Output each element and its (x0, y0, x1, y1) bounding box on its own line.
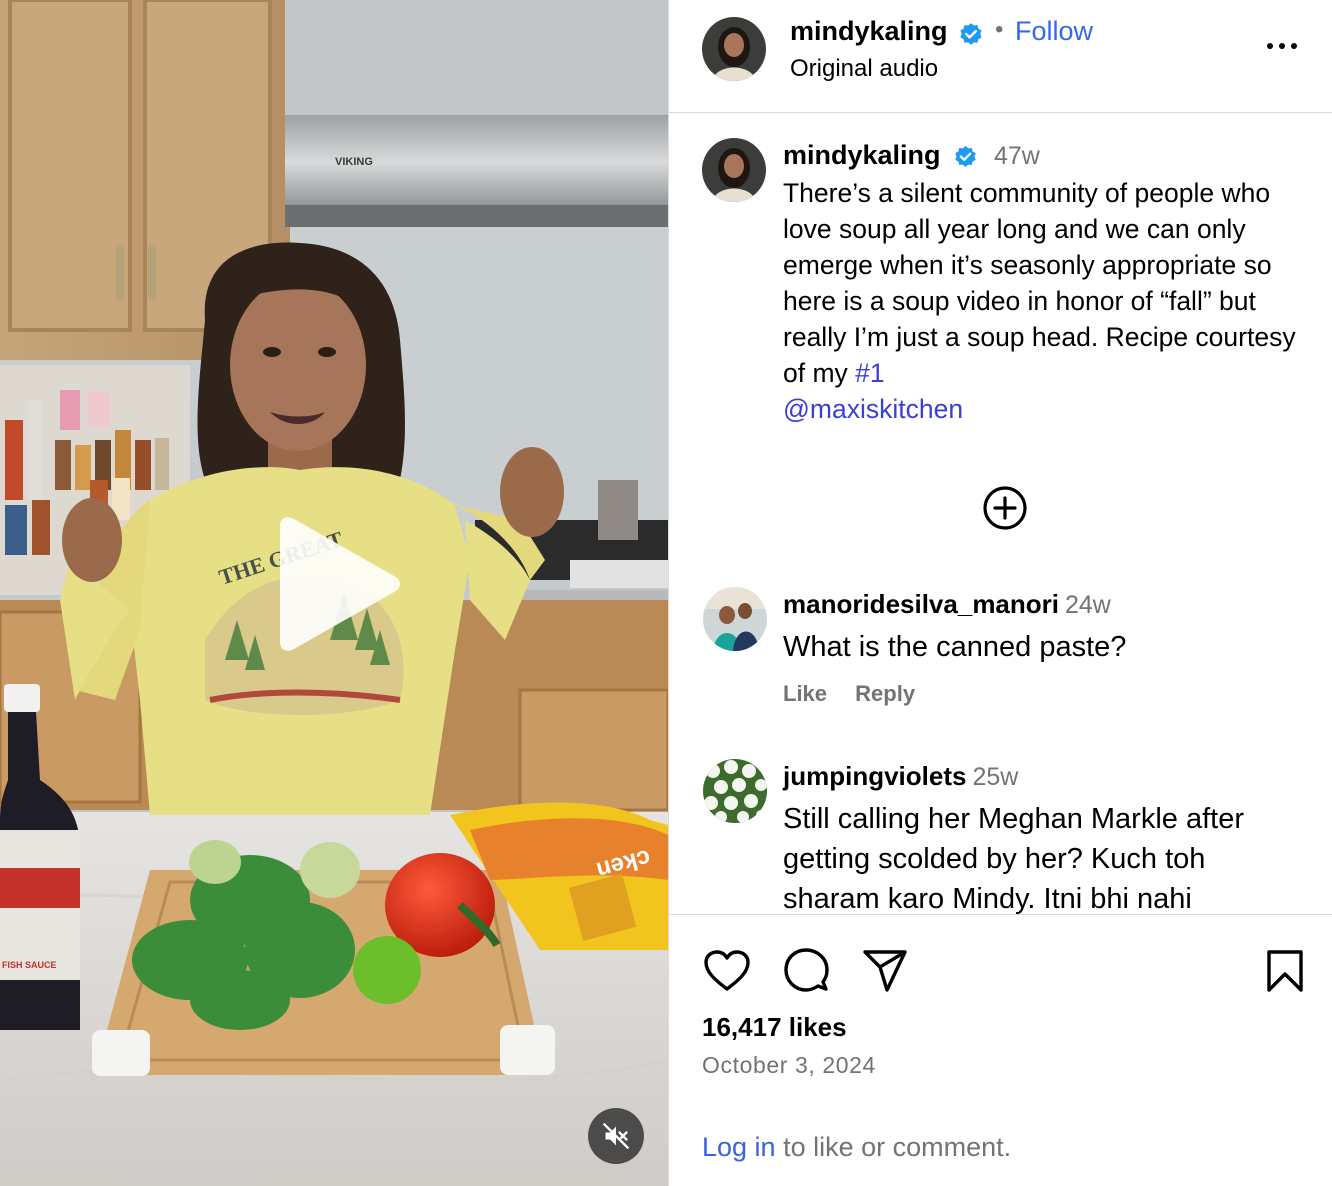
more-options-button[interactable] (1266, 38, 1298, 56)
cabinet-handle (116, 245, 124, 300)
comment-icon (784, 948, 829, 992)
post-actions-footer: 16,417 likes October 3, 2024 Log in to l… (669, 914, 1332, 1186)
commenter-avatar[interactable] (703, 587, 767, 651)
comment-like-button[interactable]: Like (783, 681, 827, 706)
follow-button[interactable]: Follow (1015, 16, 1093, 47)
commenter-username-link[interactable]: jumpingviolets (783, 761, 966, 791)
play-icon (280, 517, 400, 651)
login-prompt-text: to like or comment. (775, 1132, 1012, 1162)
comment-reply-button[interactable]: Reply (855, 681, 915, 706)
post-date[interactable]: October 3, 2024 (702, 1052, 876, 1079)
like-button[interactable] (703, 949, 751, 998)
comment-username: manoridesilva_manori 24w (783, 589, 1111, 620)
post-header: mindykaling • Follow Original audio (669, 0, 1332, 113)
caption-hashtag-link[interactable]: #1 (855, 358, 884, 388)
bookmark-icon (1267, 950, 1303, 992)
likes-count[interactable]: 16,417 likes (702, 1012, 847, 1043)
comment-timestamp[interactable]: 25w (972, 763, 1018, 791)
comment-text: What is the canned paste? (783, 631, 1127, 663)
comment-text: Still calling her Meghan Markle after ge… (783, 803, 1244, 914)
verified-badge-icon (958, 22, 984, 53)
author-avatar[interactable] (702, 17, 766, 81)
caption-mention-link[interactable]: @maxiskitchen (783, 394, 963, 424)
fish-sauce-label: FISH SAUCE (2, 960, 57, 970)
commenter-username-link[interactable]: manoridesilva_manori (783, 589, 1059, 619)
comment-timestamp[interactable]: 24w (1065, 591, 1111, 619)
login-prompt: Log in to like or comment. (702, 1132, 1011, 1163)
comment-actions: Like Reply (783, 681, 937, 707)
verified-badge-icon (953, 145, 978, 175)
share-icon (863, 950, 907, 992)
post-side-panel: mindykaling • Follow Original audio mind… (669, 0, 1332, 1186)
save-button[interactable] (1266, 949, 1304, 998)
heart-icon (704, 950, 750, 991)
hood-brand: VIKING (335, 156, 373, 168)
add-comment-icon (983, 486, 1027, 530)
caption-author-avatar[interactable] (702, 138, 766, 202)
caption-body: There’s a silent community of people who… (783, 178, 1296, 388)
mute-toggle-button[interactable] (588, 1108, 644, 1164)
separator-dot: • (995, 16, 1004, 43)
video-player[interactable]: VIKING THE FISH SAUCE cken (0, 0, 668, 1186)
author-username[interactable]: mindykaling (790, 16, 948, 47)
login-link[interactable]: Log in (702, 1132, 776, 1162)
comments-list[interactable]: manoridesilva_manori 24w What is the cann… (669, 580, 1332, 914)
commenter-avatar[interactable] (703, 759, 767, 823)
comment-username: jumpingviolets 25w (783, 761, 1018, 792)
load-more-comments-button[interactable] (981, 484, 1029, 537)
more-options-icon (1267, 43, 1297, 49)
caption-username[interactable]: mindykaling (783, 140, 941, 171)
share-button[interactable] (862, 949, 908, 998)
caption-text: There’s a silent community of people who… (783, 175, 1303, 427)
lime (353, 936, 421, 1004)
mute-icon (603, 1123, 629, 1149)
comment-button[interactable] (783, 947, 829, 998)
original-audio-link[interactable]: Original audio (790, 55, 938, 83)
caption-timestamp[interactable]: 47w (994, 142, 1040, 171)
play-button[interactable] (272, 516, 402, 652)
